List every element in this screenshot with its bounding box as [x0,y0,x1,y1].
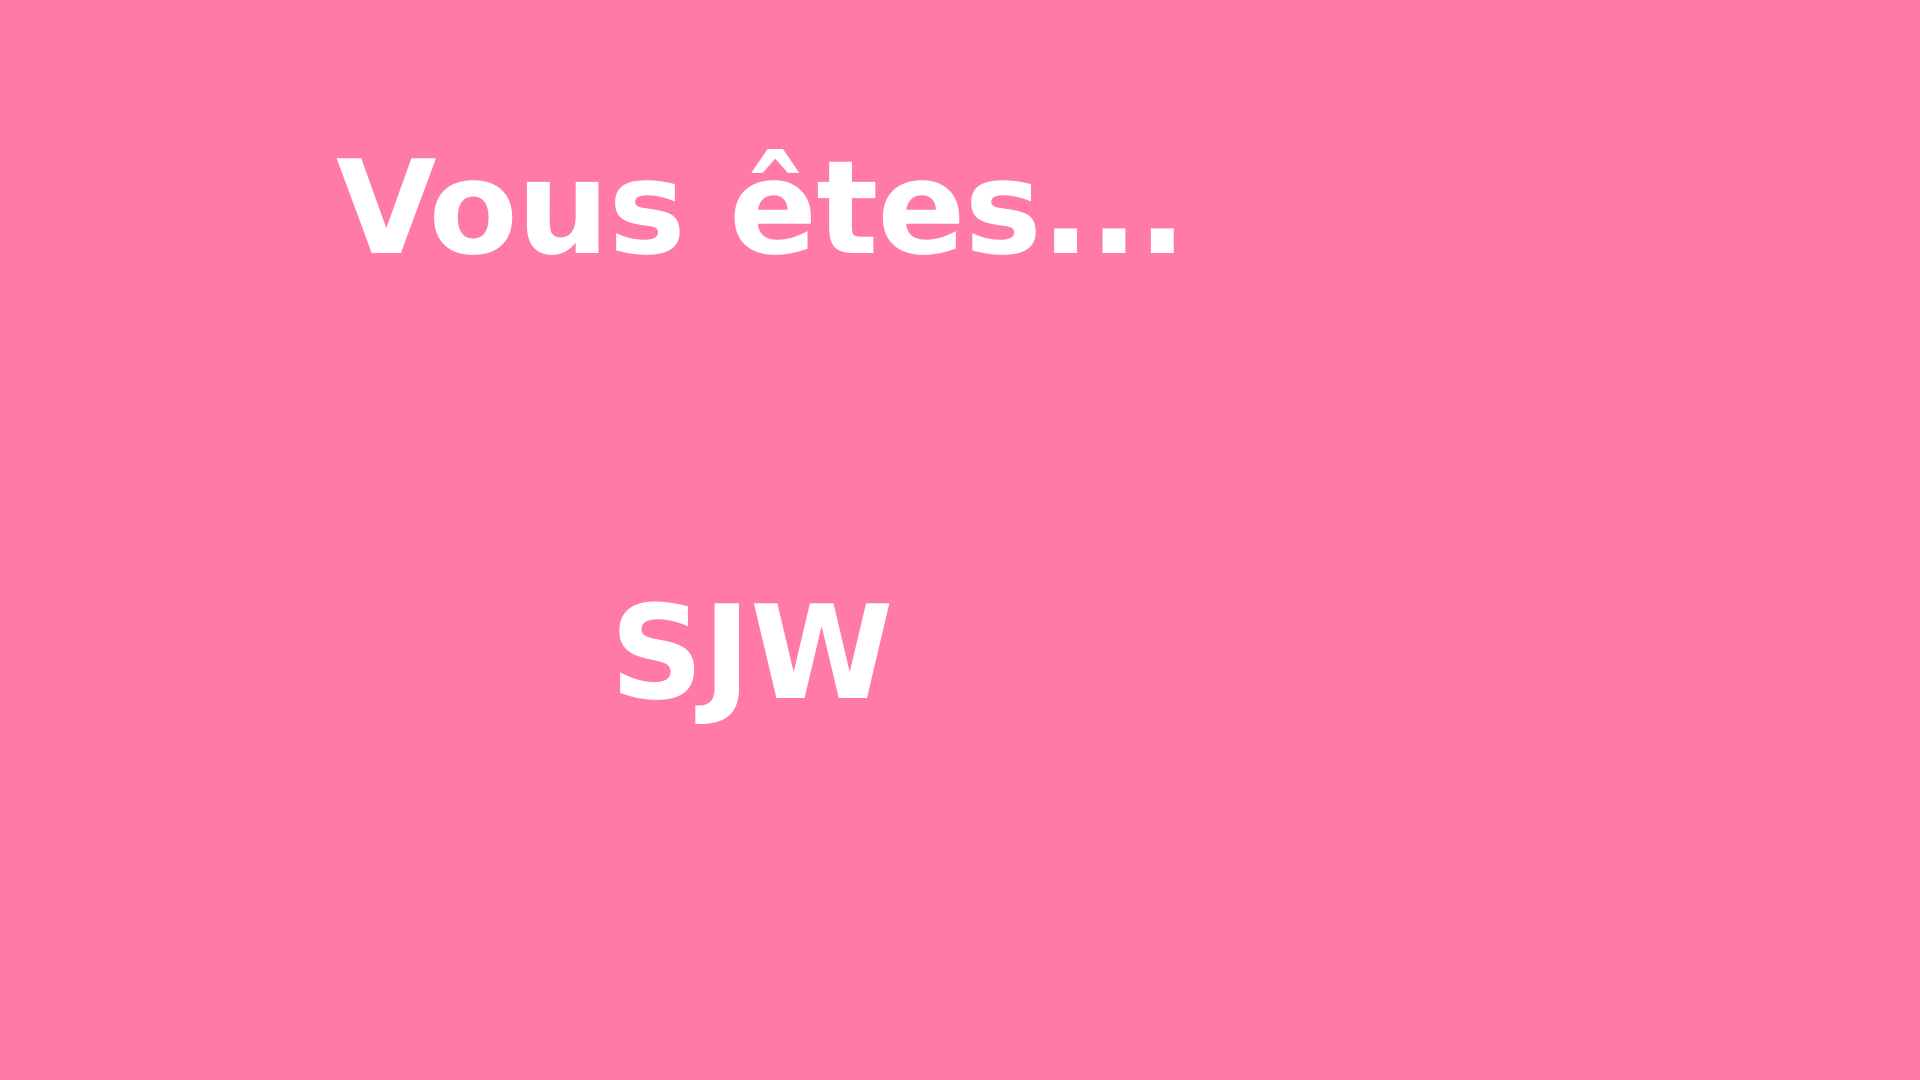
result-answer: SJW [610,577,893,729]
slide-heading: Vous êtes... [336,132,1187,284]
quiz-result-slide: Vous êtes... SJW [0,0,1920,1080]
